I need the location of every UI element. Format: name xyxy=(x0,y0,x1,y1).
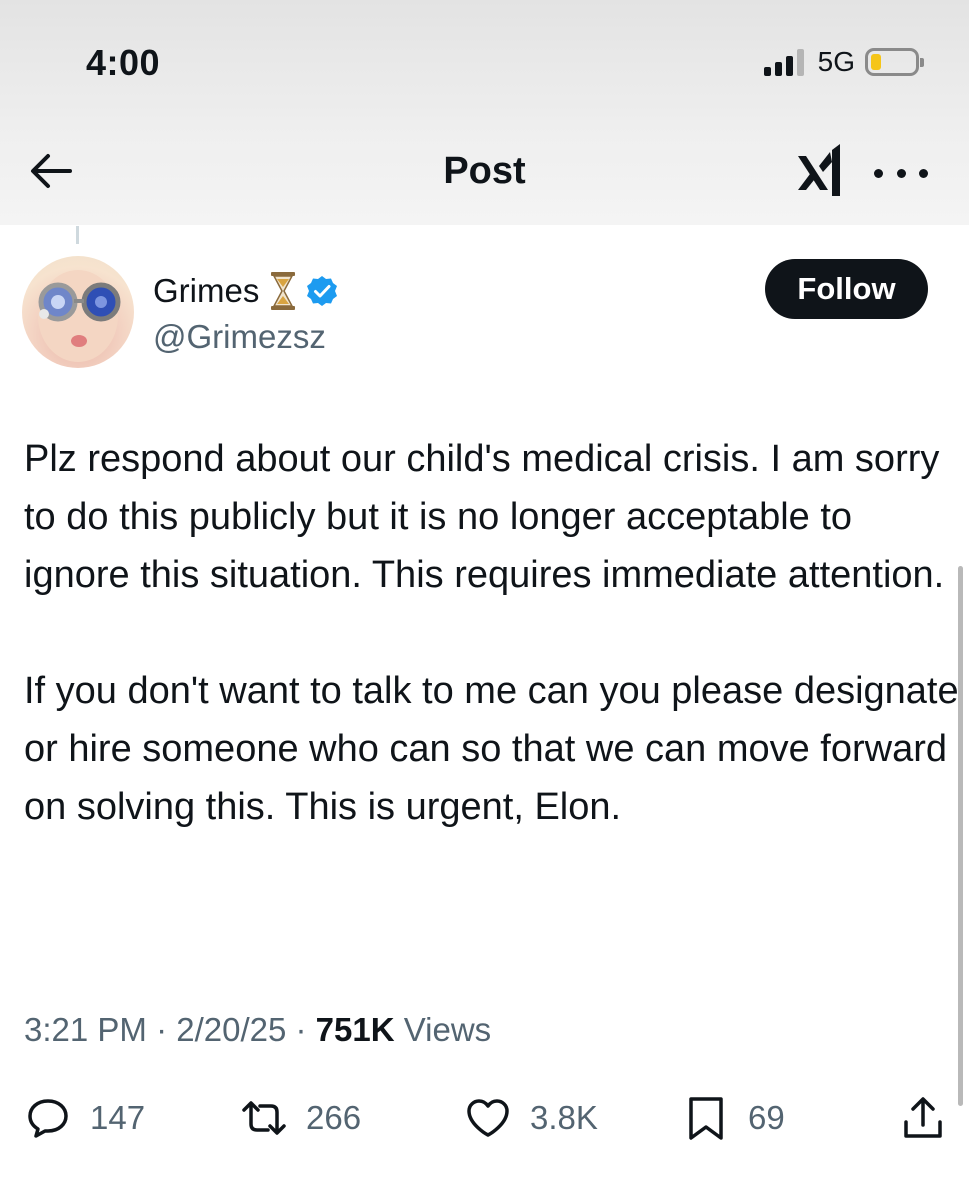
scrollbar[interactable] xyxy=(958,566,963,1106)
verified-badge-icon[interactable] xyxy=(305,274,339,308)
repost-button[interactable]: 266 xyxy=(240,1090,361,1146)
post-date[interactable]: 2/20/25 xyxy=(176,1011,286,1049)
xai-grok-icon[interactable] xyxy=(792,140,854,202)
network-type: 5G xyxy=(817,46,855,77)
like-button[interactable]: 3.8K xyxy=(464,1090,598,1146)
author-name[interactable]: Grimes xyxy=(153,272,259,310)
reply-count: 147 xyxy=(90,1099,146,1136)
thread-line xyxy=(76,226,79,244)
tweet-paragraph: Plz respond about our child's medical cr… xyxy=(24,438,945,596)
follow-button[interactable]: Follow xyxy=(765,259,928,319)
reply-button[interactable]: 147 xyxy=(24,1090,145,1146)
battery-icon xyxy=(865,48,924,76)
avatar[interactable] xyxy=(22,256,134,368)
reply-icon xyxy=(28,1099,68,1138)
repost-icon xyxy=(242,1101,286,1135)
meta-separator: · xyxy=(286,1011,316,1048)
tweet-paragraph: If you don't want to talk to me can you … xyxy=(24,670,959,828)
bookmark-icon xyxy=(689,1097,723,1140)
share-icon xyxy=(904,1097,942,1138)
views-label-spacer xyxy=(395,1011,404,1049)
more-options-icon[interactable] xyxy=(874,158,928,188)
views-count[interactable]: 751K xyxy=(316,1011,395,1049)
author-handle[interactable]: @Grimezsz xyxy=(153,318,326,356)
post-time[interactable]: 3:21 PM xyxy=(24,1011,147,1049)
repost-count: 266 xyxy=(306,1099,362,1136)
tweet-text: Plz respond about our child's medical cr… xyxy=(24,430,959,894)
like-count: 3.8K xyxy=(530,1099,598,1136)
hourglass-icon xyxy=(271,272,296,310)
tweet-meta: 3:21 PM · 2/20/25 · 751K Views xyxy=(24,1011,491,1049)
share-button[interactable] xyxy=(899,1090,947,1146)
action-bar: 147 266 3.8K 69 xyxy=(24,1090,949,1146)
bookmark-button[interactable]: 69 xyxy=(682,1090,785,1146)
author-name-row[interactable]: Grimes xyxy=(153,270,339,312)
bookmark-count: 69 xyxy=(748,1099,785,1136)
meta-separator: · xyxy=(146,1011,177,1048)
signal-icon xyxy=(763,48,804,76)
status-indicators: 5G xyxy=(763,44,924,80)
heart-icon xyxy=(467,1099,509,1137)
status-time: 4:00 xyxy=(86,42,161,83)
views-label[interactable]: Views xyxy=(404,1011,491,1049)
